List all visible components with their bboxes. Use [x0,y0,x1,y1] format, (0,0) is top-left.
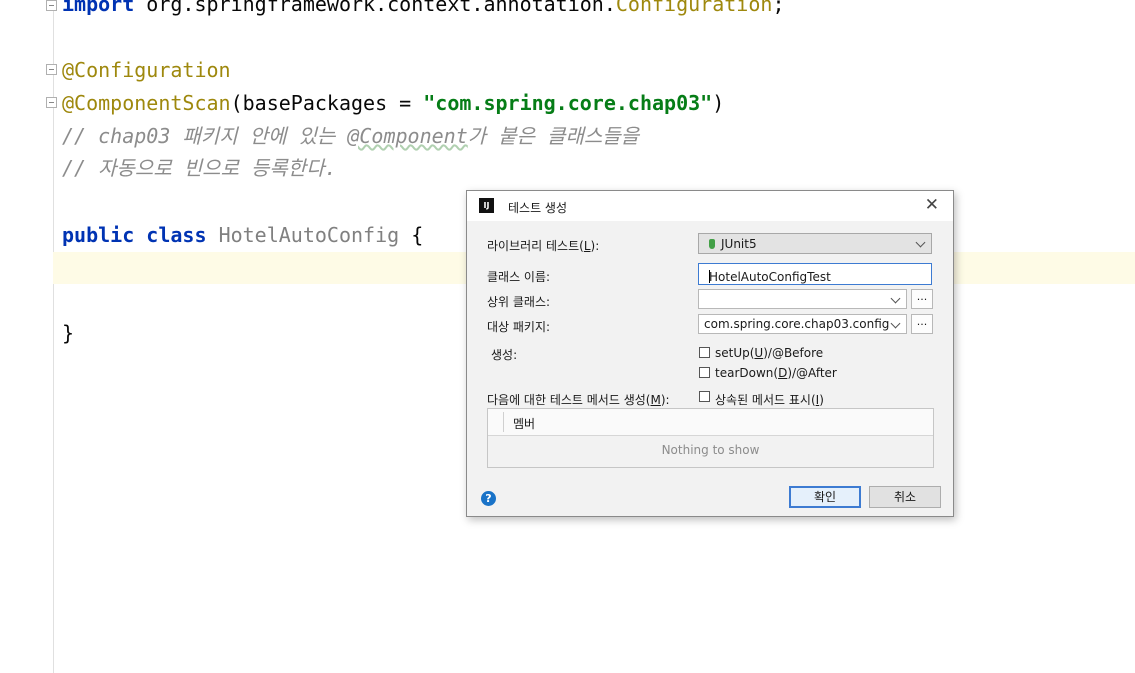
annotation: @Configuration [62,58,231,82]
help-icon[interactable]: ? [481,491,496,506]
import-path: org.springframework.context.annotation. [134,0,616,16]
cancel-button[interactable]: 취소 [869,486,941,508]
input-text: HotelAutoConfigTest [709,270,831,284]
fold-icon[interactable] [46,0,57,11]
text-cursor [709,270,710,283]
label-text: ): [660,393,670,407]
class-name: HotelAutoConfig [218,223,400,247]
setup-checkbox[interactable] [699,347,710,358]
mnemonic: M [650,393,661,407]
show-inherited-label[interactable]: 상속된 메서드 표시(I) [715,391,824,408]
code-text: ) [712,91,725,115]
dialog-titlebar[interactable]: IJ 테스트 생성 ✕ [467,191,953,221]
class-name-label: 클래스 이름: [487,270,551,284]
create-test-dialog: IJ 테스트 생성 ✕ 라이브러리 테스트(L): JUnit5 클래스 이름:… [466,190,954,517]
testing-library-label: 라이브러리 테스트(L): [487,237,599,254]
column-divider [503,412,504,432]
class-declaration-line[interactable]: public class HotelAutoConfig { [62,223,423,247]
junit-label: JUnit5 [721,237,757,251]
chevron-down-icon [890,293,901,304]
teardown-checkbox[interactable] [699,367,710,378]
code-text: (basePackages = [230,91,424,115]
semicolon: ; [772,0,785,16]
testing-library-select[interactable]: JUnit5 [698,233,932,254]
destination-package-label: 대상 패키지: [487,320,551,334]
string-literal: "com.spring.core.chap03" [423,91,713,115]
chevron-down-icon [890,318,901,329]
keyword: class [146,223,207,247]
comment-text: // chap03 패키지 안에 있는 [62,124,348,148]
generate-label: 생성: [491,348,518,362]
show-inherited-checkbox[interactable] [699,391,710,402]
fold-icon[interactable] [46,64,57,75]
mnemonic: D [778,366,788,380]
junit-icon [709,239,715,249]
keyword: public [62,223,135,247]
brace: { [399,223,424,247]
class-name-input[interactable]: HotelAutoConfigTest [698,263,932,285]
dialog-title: 테스트 생성 [508,201,568,215]
label-text: tearDown( [715,366,779,380]
label-text: 상속된 메서드 표시( [715,393,816,407]
comment-line-2[interactable]: // 자동으로 빈으로 등록한다. [62,156,337,180]
label-text: setUp( [715,346,755,360]
fold-icon[interactable] [46,97,57,108]
mnemonic: L [583,239,591,253]
superclass-combo[interactable] [698,289,907,309]
label-text: 라이브러리 테스트( [487,239,584,253]
label-text: )/@After [787,366,837,380]
package-browse-button[interactable]: ... [911,314,933,334]
comment-text: 가 붙은 클래스들을 [467,124,640,148]
label-text: 다음에 대한 테스트 메서드 생성( [487,393,651,407]
generate-methods-label: 다음에 대한 테스트 메서드 생성(M): [487,391,670,408]
annotation-componentscan-line[interactable]: @ComponentScan(basePackages = "com.sprin… [62,91,724,115]
empty-table-text: Nothing to show [661,443,760,457]
comment-text: @Component [347,124,468,148]
label-text: ): [590,239,600,253]
annotation-configuration-line[interactable]: @Configuration [62,58,231,82]
label-text: ) [819,393,824,407]
keyword: import [62,0,135,16]
members-column-header[interactable]: 멤버 [513,415,535,432]
closing-brace-line[interactable]: } [62,321,74,345]
setup-label[interactable]: setUp(U)/@Before [715,346,823,360]
superclass-label: 상위 클래스: [487,295,551,309]
intellij-icon: IJ [479,198,494,213]
superclass-browse-button[interactable]: ... [911,289,933,309]
table-header: 멤버 [488,409,933,436]
import-line[interactable]: import org.springframework.context.annot… [62,0,784,16]
annotation: @ComponentScan [62,91,231,115]
select-value: JUnit5 [709,237,757,251]
teardown-label[interactable]: tearDown(D)/@After [715,366,837,380]
brace: } [62,321,75,345]
members-table[interactable]: 멤버 Nothing to show [487,408,934,468]
destination-package-combo[interactable]: com.spring.core.chap03.config [698,314,907,334]
comment-line-1[interactable]: // chap03 패키지 안에 있는 @Component가 붙은 클래스들을 [62,124,639,148]
mnemonic: U [754,346,764,360]
ok-button[interactable]: 확인 [789,486,861,508]
label-text: )/@Before [763,346,824,360]
close-icon[interactable]: ✕ [925,195,939,215]
combo-value: com.spring.core.chap03.config [704,317,890,331]
chevron-down-icon [915,237,926,248]
import-class: Configuration [615,0,773,16]
comment-text: // 자동으로 빈으로 등록한다. [62,156,337,180]
